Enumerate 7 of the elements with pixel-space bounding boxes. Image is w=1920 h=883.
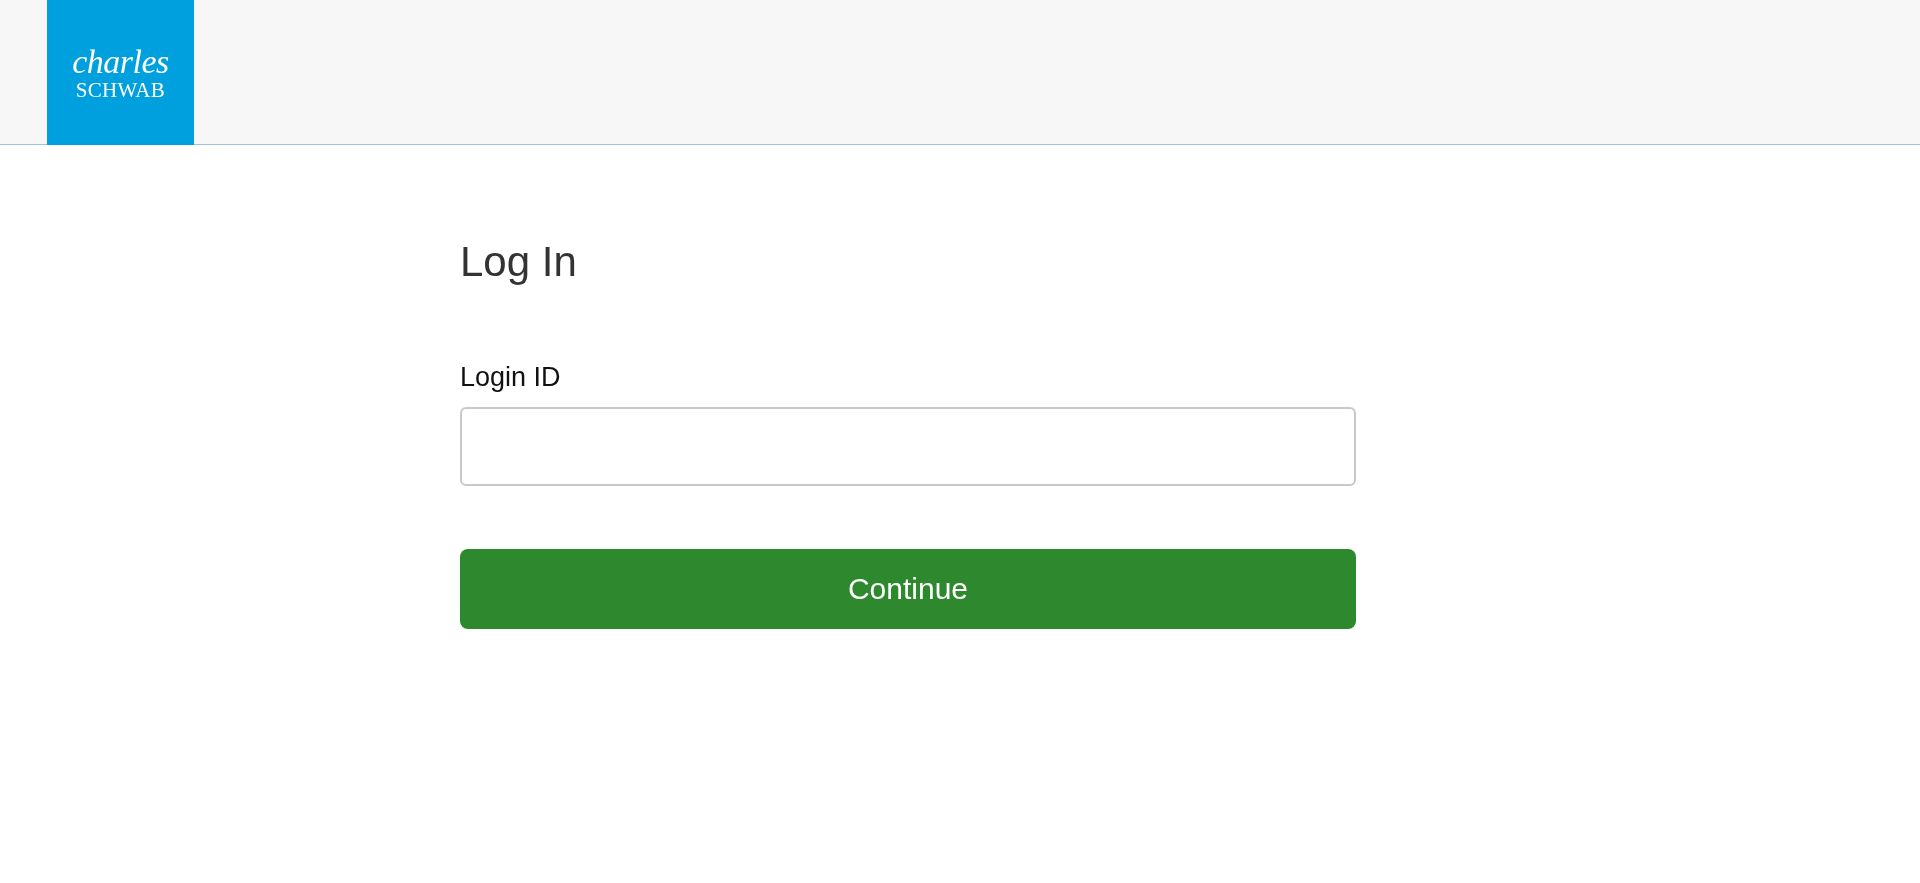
logo-text: charles <box>72 44 169 79</box>
logo[interactable]: charles SCHWAB <box>47 0 194 145</box>
continue-button[interactable]: Continue <box>460 549 1356 629</box>
field-label: Login ID <box>460 362 561 393</box>
logo-text: SCHWAB <box>75 79 166 101</box>
login-id-field[interactable] <box>460 407 1356 486</box>
page-title: Log In <box>460 238 577 286</box>
